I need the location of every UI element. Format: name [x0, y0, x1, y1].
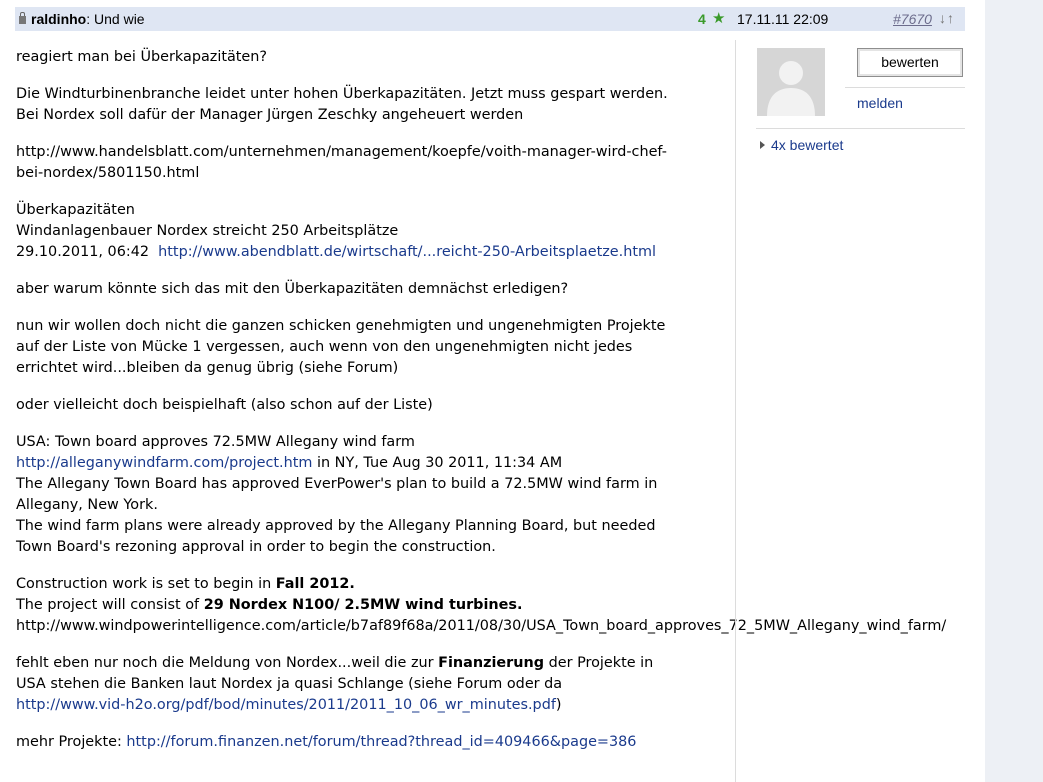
triangle-right-icon [760, 141, 765, 149]
rate-button[interactable]: bewerten [857, 48, 963, 77]
sidebar-separator [845, 87, 965, 88]
post-title: Und wie [94, 11, 145, 27]
sidebar-separator [756, 128, 965, 129]
paragraph: fehlt eben nur noch die Meldung von Nord… [16, 655, 654, 713]
post-title-line: raldinho: Und wie [31, 11, 145, 27]
post-number-link[interactable]: #7670 [893, 11, 932, 27]
post-date: 17.11.11 22:09 [737, 11, 829, 27]
star-icon: ★ [712, 10, 726, 27]
paragraph: mehr Projekte: http://forum.finanzen.net… [16, 734, 637, 750]
post-body: reagiert man bei Überkapazitäten? Die Wi… [16, 47, 1036, 769]
report-link[interactable]: melden [857, 95, 903, 111]
rated-count-toggle[interactable]: 4x bewertet [760, 137, 843, 153]
lock-icon [19, 12, 26, 24]
allegany-link[interactable]: http://alleganywindfarm.com/project.htm [16, 455, 312, 471]
forum-link[interactable]: http://forum.finanzen.net/forum/thread?t… [126, 734, 636, 750]
vid-h2o-link[interactable]: http://www.vid-h2o.org/pdf/bod/minutes/2… [16, 697, 556, 713]
default-avatar-icon [757, 48, 825, 116]
paragraph: oder vielleicht doch beispielhaft (also … [16, 397, 433, 413]
paragraph: USA: Town board approves 72.5MW Allegany… [16, 434, 658, 555]
paragraph: http://www.handelsblatt.com/unternehmen/… [16, 144, 667, 181]
sidebar-divider [735, 40, 736, 782]
rating-count: 4 [698, 11, 706, 27]
post-header: raldinho: Und wie 4 ★ 17.11.11 22:09 #76… [15, 7, 965, 31]
nav-arrows-icon[interactable]: ↓↑ [939, 10, 955, 26]
title-separator: : [86, 11, 95, 27]
paragraph: aber warum könnte sich das mit den Überk… [16, 281, 569, 297]
avatar[interactable] [757, 48, 825, 116]
abendblatt-link[interactable]: http://www.abendblatt.de/wirtschaft/...r… [158, 244, 656, 260]
paragraph: Überkapazitäten Windanlagenbauer Nordex s… [16, 202, 656, 260]
author-link[interactable]: raldinho [31, 11, 86, 27]
paragraph: nun wir wollen doch nicht die ganzen sch… [16, 318, 666, 376]
paragraph: Construction work is set to begin in Fal… [16, 576, 947, 634]
